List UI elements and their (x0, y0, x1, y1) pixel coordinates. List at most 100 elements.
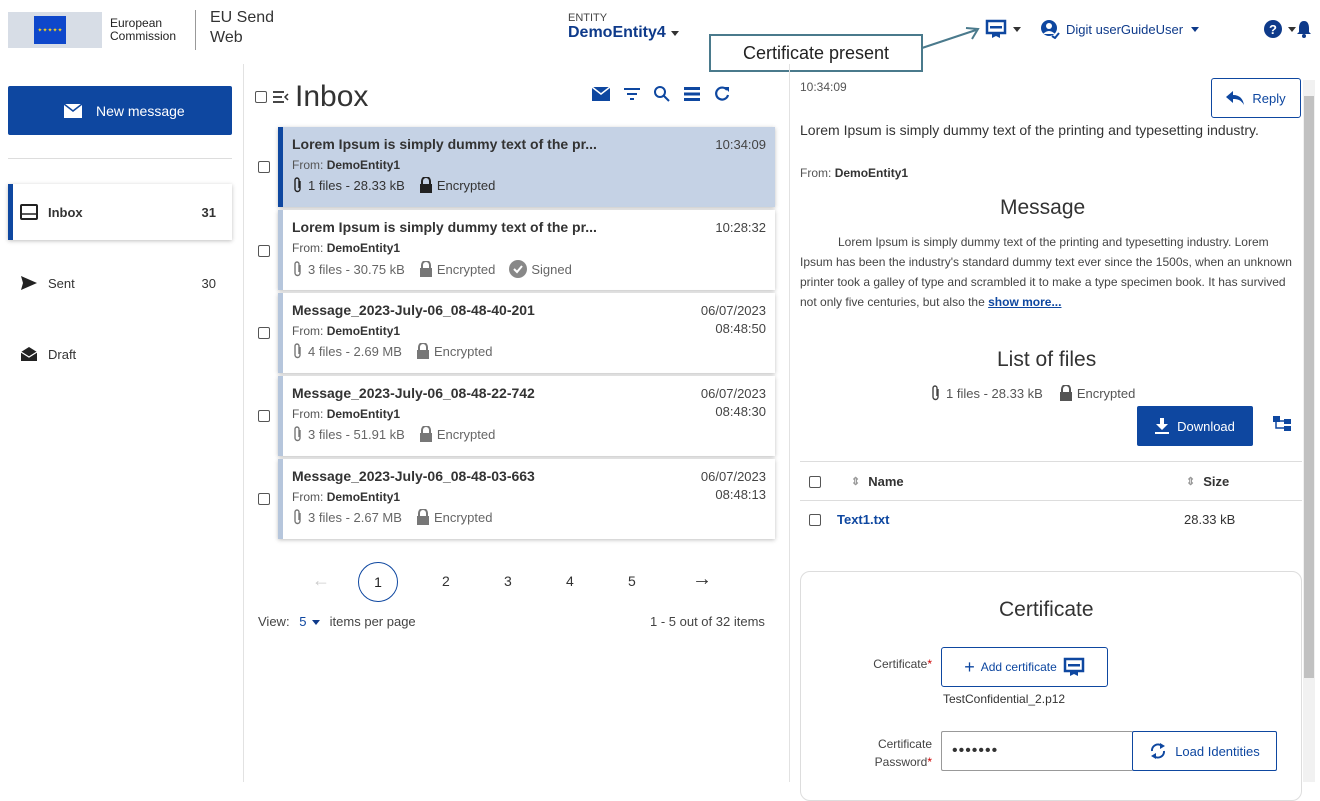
message-checkbox[interactable] (258, 493, 270, 505)
user-menu[interactable]: Digit userGuideUser (1040, 18, 1200, 40)
message-time: 06/07/2023 08:48:30 (701, 385, 766, 421)
draft-envelope-icon (20, 347, 38, 361)
password-field-label: Certificate Password* (860, 735, 932, 771)
view-label: View: (258, 614, 290, 629)
notifications-button[interactable] (1296, 18, 1312, 40)
page-3-button[interactable]: 3 (504, 573, 512, 589)
chevron-down-icon (1191, 26, 1200, 32)
prev-page-button[interactable]: ← (312, 570, 330, 591)
collapse-menu-icon[interactable] (273, 91, 289, 103)
message-checkbox[interactable] (258, 161, 270, 173)
search-icon[interactable] (654, 86, 670, 102)
sent-count: 30 (201, 275, 216, 291)
message-subject: Message_2023-July-06_08-48-22-742 (292, 385, 535, 401)
load-identities-label: Load Identities (1175, 743, 1260, 759)
mark-read-envelope-icon[interactable] (592, 87, 610, 101)
message-date: 06/07/2023 (700, 386, 766, 401)
certificate-icon (1063, 657, 1085, 676)
message-checkbox[interactable] (258, 327, 270, 339)
from-value: DemoEntity1 (326, 407, 401, 421)
certificate-password-input[interactable]: ••••••• (941, 731, 1133, 771)
page-2-button[interactable]: 2 (442, 573, 450, 589)
next-page-button[interactable]: → (692, 568, 712, 591)
show-more-link[interactable]: show more... (988, 295, 1061, 309)
eu-flag-icon: ✦✦✦✦✦ (8, 12, 102, 48)
refresh-icon[interactable] (714, 86, 730, 102)
inbox-icon (20, 204, 38, 220)
new-message-button[interactable]: New message (8, 86, 232, 135)
message-time-value: 08:48:50 (715, 321, 766, 336)
from-value: DemoEntity1 (326, 324, 401, 338)
sidebar-item-label: Sent (48, 275, 75, 291)
inbox-count: 31 (201, 204, 216, 220)
certificate-menu[interactable] (985, 18, 1021, 40)
sidebar-item-sent[interactable]: Sent 30 (8, 255, 232, 311)
bell-icon (1297, 21, 1311, 38)
paperclip-icon (294, 509, 301, 525)
list-item[interactable]: Message_2023-July-06_08-48-03-663 From: … (278, 459, 775, 539)
scrollbar-thumb[interactable] (1304, 96, 1314, 678)
list-item[interactable]: Lorem Ipsum is simply dummy text of the … (278, 210, 775, 290)
pagination: ← 1 2 3 4 5 → (306, 562, 726, 602)
user-verified-icon (1041, 20, 1060, 39)
file-tree-icon[interactable] (1273, 416, 1291, 432)
message-date: 06/07/2023 (700, 303, 766, 318)
sidebar: New message Inbox 31 Sent 30 Draft (0, 64, 244, 782)
chevron-down-icon (312, 620, 321, 626)
message-time-value: 08:48:13 (715, 487, 766, 502)
plus-icon: + (964, 657, 975, 677)
help-menu[interactable]: ? (1264, 18, 1296, 40)
signed-status: Signed (531, 261, 572, 277)
sync-icon (1151, 743, 1166, 759)
reply-button[interactable]: Reply (1211, 78, 1301, 118)
from-value: DemoEntity1 (326, 241, 401, 255)
list-item[interactable]: Message_2023-July-06_08-48-40-201 From: … (278, 293, 775, 373)
paperclip-icon (294, 261, 301, 277)
lock-icon (416, 343, 429, 359)
list-density-icon[interactable] (684, 87, 700, 101)
chevron-down-icon (1013, 26, 1021, 32)
sort-icon: ⇕ (1186, 476, 1196, 488)
page-1-button[interactable]: 1 (358, 562, 398, 602)
file-row-checkbox[interactable] (809, 514, 821, 526)
list-item[interactable]: Lorem Ipsum is simply dummy text of the … (278, 127, 775, 207)
list-item[interactable]: Message_2023-July-06_08-48-22-742 From: … (278, 376, 775, 456)
app-title-line-2: Web (210, 29, 243, 46)
sidebar-item-draft[interactable]: Draft (8, 326, 232, 382)
column-header-name[interactable]: ⇕ Name (851, 474, 904, 489)
message-time-value: 08:48:30 (715, 404, 766, 419)
ec-logo[interactable]: ✦✦✦✦✦ European Commission (8, 12, 176, 48)
items-count: 1 - 5 out of 32 items (650, 614, 765, 629)
paperclip-icon (294, 343, 301, 359)
per-page-value: 5 (299, 614, 307, 629)
page-4-button[interactable]: 4 (566, 573, 574, 589)
message-time: 06/07/2023 08:48:13 (701, 468, 766, 504)
load-identities-button[interactable]: Load Identities (1132, 731, 1277, 771)
entity-selector[interactable]: ENTITY DemoEntity4 (568, 12, 679, 42)
select-all-files-checkbox[interactable] (809, 476, 821, 488)
per-page-suffix: items per page (329, 614, 416, 629)
page-5-button[interactable]: 5 (628, 573, 636, 589)
message-time-value: 10:34:09 (715, 137, 766, 152)
message-checkbox[interactable] (258, 410, 270, 422)
message-subject: Message_2023-July-06_08-48-03-663 (292, 468, 535, 484)
from-value: DemoEntity1 (326, 158, 401, 172)
message-checkbox[interactable] (258, 245, 270, 257)
file-name-link[interactable]: Text1.txt (837, 512, 890, 527)
column-header-size[interactable]: ⇕ Size (1186, 474, 1229, 489)
detail-time: 10:34:09 (800, 80, 847, 94)
per-page-select[interactable]: 5 (299, 614, 321, 629)
column-size-label: Size (1203, 474, 1230, 489)
filter-icon[interactable] (624, 88, 640, 100)
download-icon (1155, 418, 1170, 434)
download-button[interactable]: Download (1137, 406, 1253, 446)
message-subject: Lorem Ipsum is simply dummy text of the … (292, 219, 597, 235)
select-all-checkbox[interactable] (255, 91, 267, 103)
sidebar-item-inbox[interactable]: Inbox 31 (8, 184, 232, 240)
from-value: DemoEntity1 (834, 166, 909, 180)
from-label: From: (292, 407, 324, 421)
pwd-label-line-2: Password (874, 755, 928, 769)
add-certificate-button[interactable]: + Add certificate (941, 647, 1108, 687)
lock-icon (419, 177, 432, 193)
from-label: From: (800, 166, 832, 180)
